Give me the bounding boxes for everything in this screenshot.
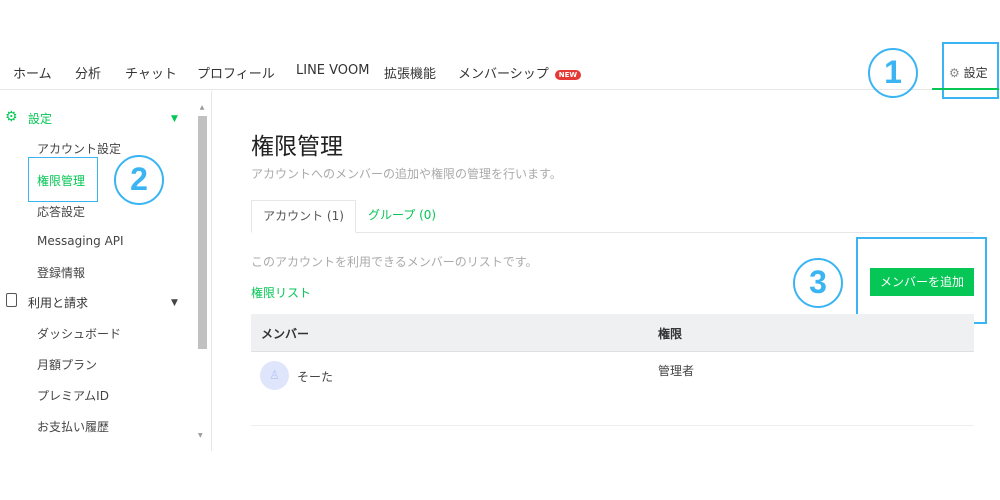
tab-divider: [251, 232, 974, 233]
sidebar-item-account-settings[interactable]: アカウント設定: [37, 140, 121, 157]
sidebar-item-payment-history[interactable]: お支払い履歴: [37, 418, 109, 435]
member-role: 管理者: [658, 364, 695, 378]
chevron-down-icon[interactable]: ▼: [171, 298, 178, 308]
nav-membership-label: メンバーシップ: [458, 67, 549, 82]
tab-account[interactable]: アカウント (1): [251, 200, 356, 233]
sidebar-section-settings[interactable]: 設定: [28, 110, 52, 127]
annotation-1: 1: [868, 48, 918, 98]
nav-line-voom[interactable]: LINE VOOM: [296, 63, 370, 78]
gear-icon: ⚙: [949, 66, 960, 80]
nav-extensions[interactable]: 拡張機能: [384, 63, 436, 82]
sidebar-section-billing[interactable]: 利用と請求: [28, 294, 88, 311]
billing-icon: [6, 293, 17, 307]
sidebar-item-registration[interactable]: 登録情報: [37, 264, 85, 281]
nav-settings-label: 設定: [963, 66, 988, 80]
column-header-role: 権限: [658, 327, 683, 341]
sidebar-item-messaging-api[interactable]: Messaging API: [37, 234, 124, 248]
table-header: [251, 314, 974, 352]
sidebar-item-monthly-plan[interactable]: 月額プラン: [37, 356, 97, 373]
add-member-button[interactable]: メンバーを追加: [870, 268, 974, 296]
nav-membership[interactable]: メンバーシップ NEW: [458, 63, 582, 82]
new-badge: NEW: [554, 69, 582, 80]
page-title: 権限管理: [251, 134, 343, 160]
nav-home[interactable]: ホーム: [13, 63, 52, 82]
sidebar-item-premium-id[interactable]: プレミアムID: [37, 387, 109, 404]
active-underline: [932, 88, 999, 90]
page-subtitle: アカウントへのメンバーの追加や権限の管理を行います。: [251, 167, 562, 181]
nav-profile[interactable]: プロフィール: [197, 63, 275, 82]
list-description: このアカウントを利用できるメンバーのリストです。: [251, 255, 538, 269]
annotation-3: 3: [793, 258, 843, 308]
sidebar-item-dashboard[interactable]: ダッシュボード: [37, 325, 121, 342]
avatar: ♙: [260, 361, 289, 390]
gear-icon: ⚙: [5, 109, 18, 125]
column-header-member: メンバー: [261, 327, 310, 341]
nav-settings[interactable]: ⚙ 設定: [942, 42, 999, 99]
chevron-down-icon[interactable]: ▼: [171, 114, 178, 124]
scrollbar-thumb[interactable]: [198, 116, 207, 349]
nav-chat[interactable]: チャット: [125, 63, 177, 82]
member-name: そーた: [297, 370, 334, 384]
scroll-down-arrow[interactable]: ▼: [198, 432, 203, 439]
tab-group[interactable]: グループ (0): [368, 200, 436, 233]
annotation-2: 2: [114, 155, 164, 205]
sidebar-item-permissions[interactable]: 権限管理: [37, 172, 85, 189]
user-icon: ♙: [269, 368, 280, 382]
nav-analytics[interactable]: 分析: [75, 63, 101, 82]
sidebar-item-response-settings[interactable]: 応答設定: [37, 203, 85, 220]
permissions-list-link[interactable]: 権限リスト: [251, 284, 311, 301]
row-divider: [251, 425, 974, 426]
